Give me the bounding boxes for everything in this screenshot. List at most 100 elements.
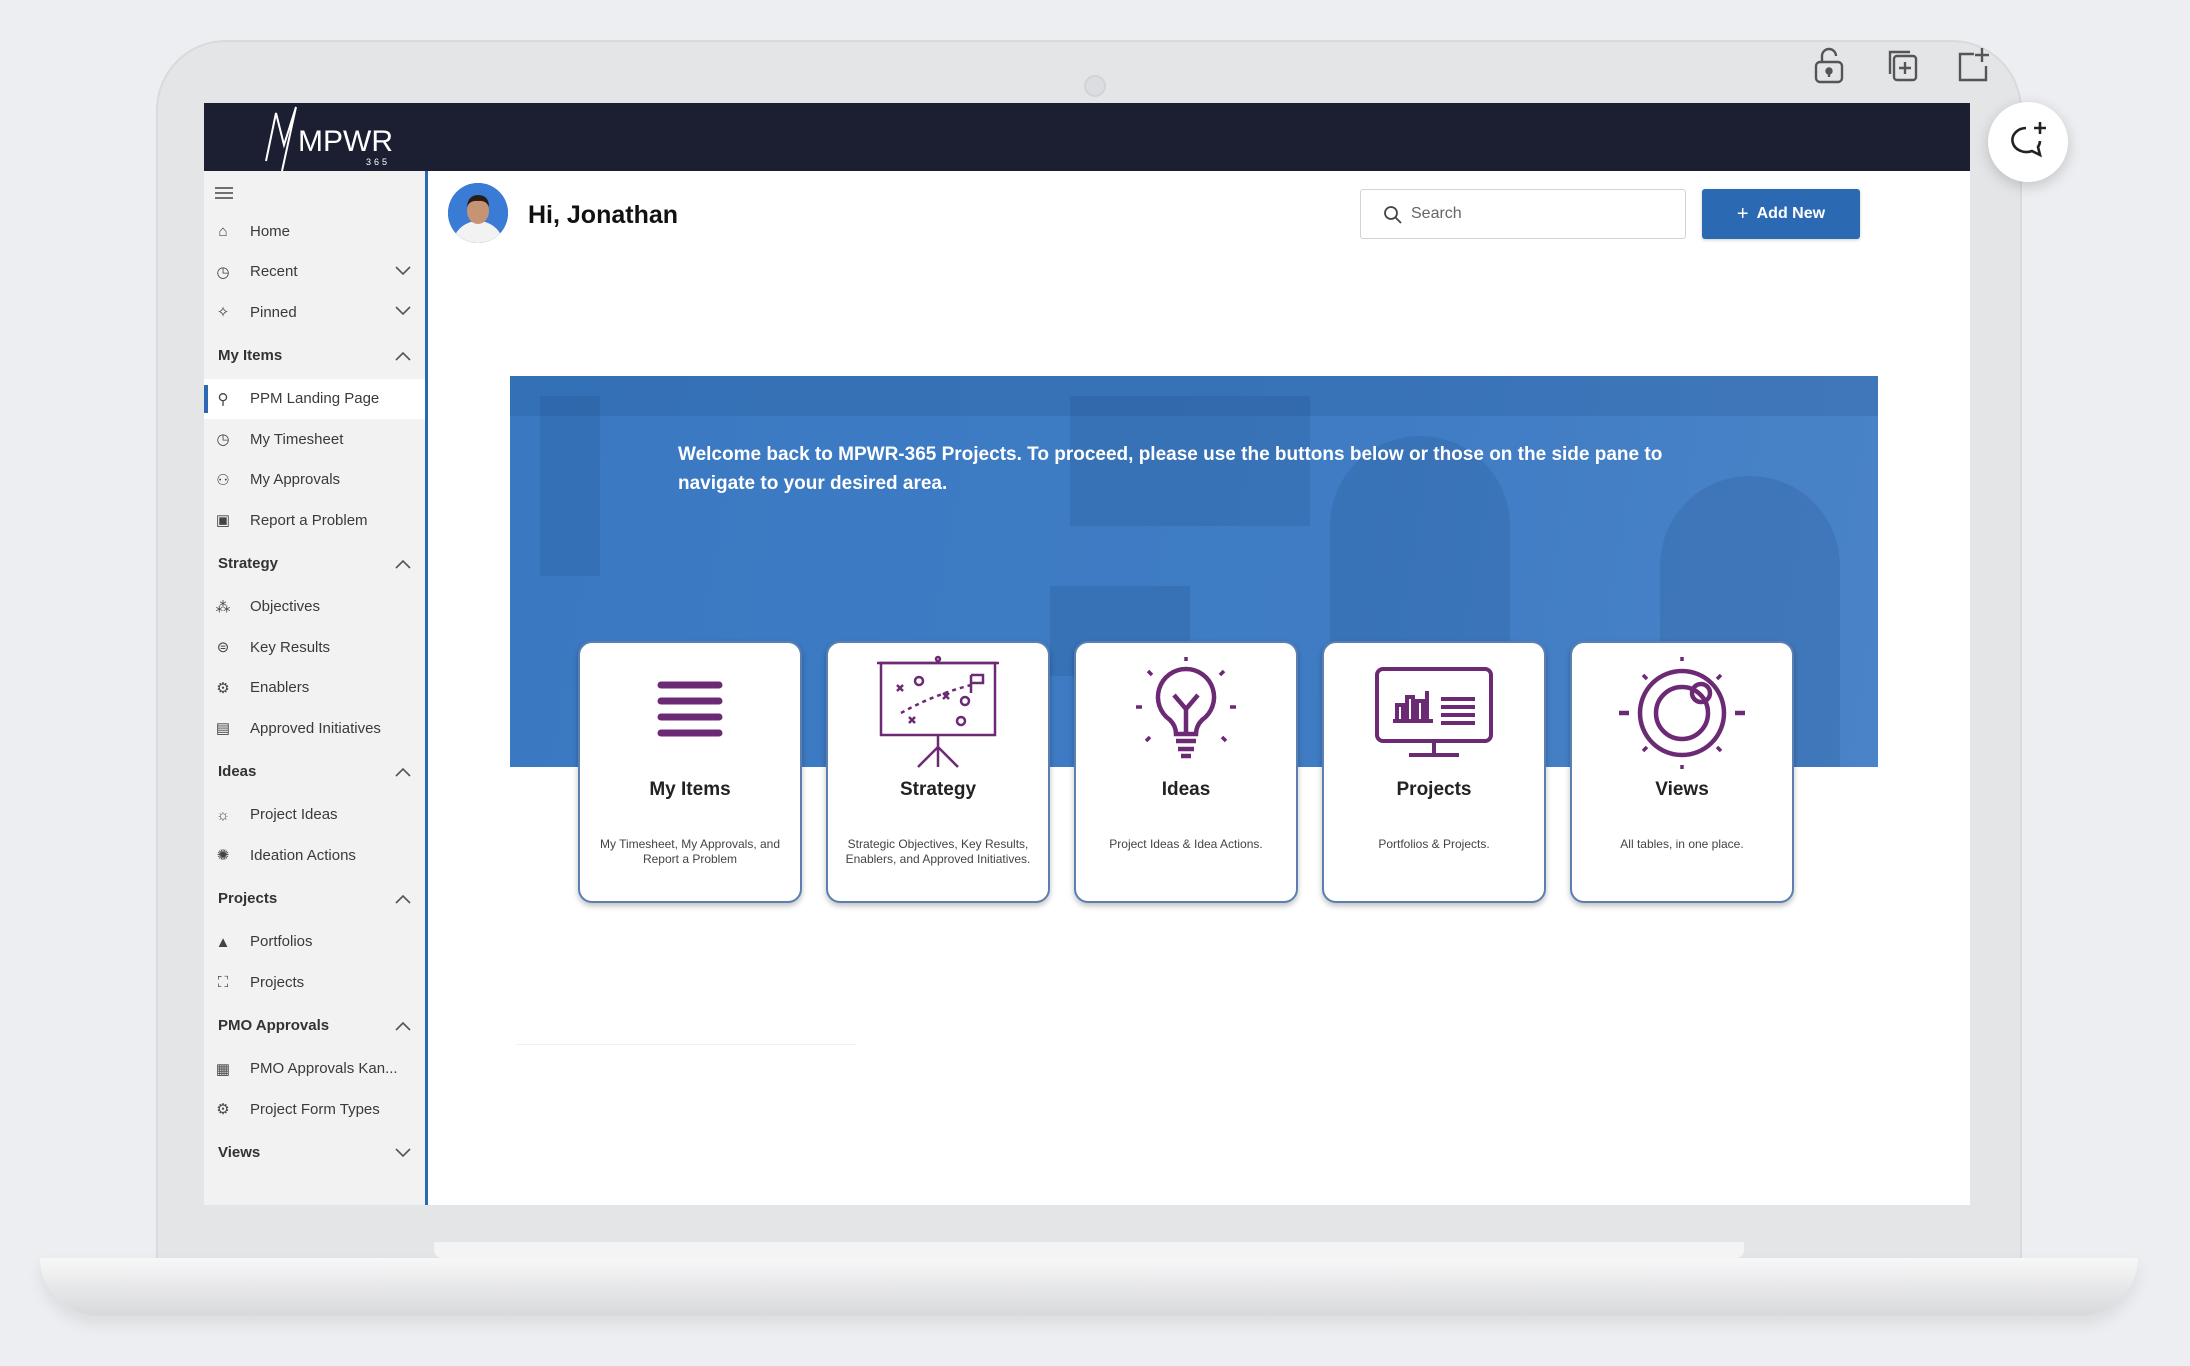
card-title: Strategy xyxy=(899,779,977,800)
sidebar-section-title: Views xyxy=(218,1144,261,1161)
sidebar-item-my-approvals[interactable]: ⚇ My Approvals xyxy=(204,460,425,501)
sidebar-section-projects[interactable]: Projects xyxy=(204,876,425,922)
card-my-items[interactable]: My Items My Timesheet, My Approvals, and … xyxy=(578,641,802,903)
board-icon: ▦ xyxy=(215,1060,231,1078)
sidebar-item-pmo-approvals-kan[interactable]: ▦ PMO Approvals Kan... xyxy=(204,1049,425,1090)
chevron-up-icon[interactable] xyxy=(395,767,411,777)
sidebar-section-title: My Items xyxy=(218,347,283,364)
unlock-icon[interactable] xyxy=(1812,46,1846,84)
search-input[interactable]: Search xyxy=(1360,189,1686,239)
welcome-text: Welcome back to MPWR-365 Projects. To pr… xyxy=(678,444,1663,494)
gear-icon: ✺ xyxy=(216,847,230,864)
sidebar-item-label: Key Results xyxy=(250,638,331,656)
plus-icon: + xyxy=(1736,202,1749,225)
card-description: Project Ideas & Idea Actions. xyxy=(1109,837,1263,851)
card-strategy[interactable]: Strategy Strategic Objectives, Key Result… xyxy=(826,641,1050,903)
divider xyxy=(516,1044,856,1045)
sidebar-section-views[interactable]: Views xyxy=(204,1130,425,1176)
sidebar-item-label: PPM Landing Page xyxy=(250,390,380,408)
mpwr-logo[interactable]: MPWR 365 xyxy=(254,103,414,176)
sidebar-item-label: Project Form Types xyxy=(250,1100,380,1118)
sidebar-item-label: Pinned xyxy=(250,303,297,321)
svg-text:MPWR: MPWR xyxy=(298,125,393,158)
network-icon: ⛶ xyxy=(217,974,229,991)
sidebar-item-project-ideas[interactable]: ☼ Project Ideas xyxy=(204,795,425,836)
sidebar-item-pinned[interactable]: ✧ Pinned xyxy=(204,292,425,333)
clock-icon: ◷ xyxy=(216,431,230,448)
add-new-button[interactable]: + Add New xyxy=(1702,189,1860,239)
sidebar-item-label: Enablers xyxy=(250,679,310,697)
mpwr-logo-mark: MPWR 365 xyxy=(265,106,393,172)
chat-add-button[interactable] xyxy=(1988,102,2068,182)
form-icon: ⚙ xyxy=(216,1101,230,1118)
sidebar-item-label: Objectives xyxy=(250,598,321,616)
sidebar-item-approved-initiatives[interactable]: ▤ Approved Initiatives xyxy=(204,708,425,749)
card-description: All tables, in one place. xyxy=(1620,837,1744,851)
hamburger-menu-icon[interactable] xyxy=(214,185,234,201)
laptop-base xyxy=(40,1258,2138,1316)
chevron-up-icon[interactable] xyxy=(395,559,411,569)
bulb-icon: ☼ xyxy=(216,806,230,824)
people-icon: ⚇ xyxy=(216,471,230,489)
sidebar-item-label: Project Ideas xyxy=(250,806,338,824)
avatar[interactable] xyxy=(448,183,508,243)
sidebar-item-label: Home xyxy=(250,222,291,240)
sidebar-item-report-a-problem[interactable]: ▣ Report a Problem xyxy=(204,500,425,541)
sidebar-section-ideas[interactable]: Ideas xyxy=(204,749,425,795)
navigation-cards: My Items My Timesheet, My Approvals, and … xyxy=(578,641,1794,903)
card-ideas[interactable]: Ideas Project Ideas & Idea Actions. xyxy=(1074,641,1298,903)
export-icon[interactable] xyxy=(1956,46,1990,84)
pin-icon: ✧ xyxy=(216,304,230,321)
sidebar-item-label: Portfolios xyxy=(250,933,313,951)
sidebar-item-my-timesheet[interactable]: ◷ My Timesheet xyxy=(204,419,425,460)
sidebar-item-portfolios[interactable]: ▲ Portfolios xyxy=(204,922,425,963)
chevron-down-icon[interactable] xyxy=(395,306,411,316)
sidebar-section-title: Ideas xyxy=(218,763,257,780)
sidebar-item-key-results[interactable]: ⊜ Key Results xyxy=(204,627,425,668)
home-icon: ⌂ xyxy=(218,223,228,240)
camera xyxy=(1084,75,1106,97)
sidebar-item-enablers[interactable]: ⚙ Enablers xyxy=(204,668,425,709)
sidebar-item-objectives[interactable]: ⁂ Objectives xyxy=(204,587,425,628)
card-title: Ideas xyxy=(1161,779,1211,800)
sidebar-item-projects[interactable]: ⛶ Projects xyxy=(204,962,425,1003)
sidebar-item-label: Approved Initiatives xyxy=(250,719,381,737)
chevron-up-icon[interactable] xyxy=(395,894,411,904)
sidebar-section-my-items[interactable]: My Items xyxy=(204,333,425,379)
sidebar-item-project-form-types[interactable]: ⚙ Project Form Types xyxy=(204,1089,425,1130)
chevron-up-icon[interactable] xyxy=(395,351,411,361)
chevron-down-icon[interactable] xyxy=(395,1147,411,1158)
report-icon: ▣ xyxy=(215,512,231,529)
sidebar-item-recent[interactable]: ◷ Recent xyxy=(204,252,425,293)
add-new-label: Add New xyxy=(1756,205,1826,222)
sidebar-section-pmo-approvals[interactable]: PMO Approvals xyxy=(204,1003,425,1049)
card-views[interactable]: Views All tables, in one place. xyxy=(1570,641,1794,903)
sidebar-section-title: PMO Approvals xyxy=(218,1017,330,1034)
user-photo xyxy=(448,183,508,243)
laptop-notch xyxy=(434,1242,1744,1258)
sidebar-section-title: Projects xyxy=(218,890,278,907)
card-description: My Timesheet, My Approvals, and Report a… xyxy=(599,837,781,866)
card-description: Portfolios & Projects. xyxy=(1378,837,1490,851)
list-icon xyxy=(635,655,745,770)
sidebar-item-ppm-landing-page[interactable]: ⚲ PPM Landing Page xyxy=(204,378,425,419)
card-projects[interactable]: Projects Portfolios & Projects. xyxy=(1322,641,1546,903)
duplicate-icon[interactable] xyxy=(1884,46,1918,84)
sidebar-item-home[interactable]: ⌂ Home xyxy=(204,211,425,252)
svg-text:365: 365 xyxy=(366,157,390,167)
top-toolbar xyxy=(1812,46,1990,84)
sidebar-item-label: Report a Problem xyxy=(250,511,368,529)
triangle-icon: ▲ xyxy=(215,933,231,951)
card-title: Views xyxy=(1655,779,1709,800)
chevron-down-icon[interactable] xyxy=(395,265,411,276)
search-icon xyxy=(1384,206,1402,224)
sidebar-item-label: Recent xyxy=(250,263,298,281)
objectives-icon: ⁂ xyxy=(215,598,231,616)
chevron-up-icon[interactable] xyxy=(395,1021,411,1031)
sidebar-section-title: Strategy xyxy=(218,555,279,572)
sidebar-item-ideation-actions[interactable]: ✺ Ideation Actions xyxy=(204,835,425,876)
chat-plus-icon xyxy=(2011,122,2046,158)
sidebar-section-strategy[interactable]: Strategy xyxy=(204,541,425,587)
card-title: Projects xyxy=(1396,779,1472,800)
clipboard-icon: ▤ xyxy=(215,720,231,737)
